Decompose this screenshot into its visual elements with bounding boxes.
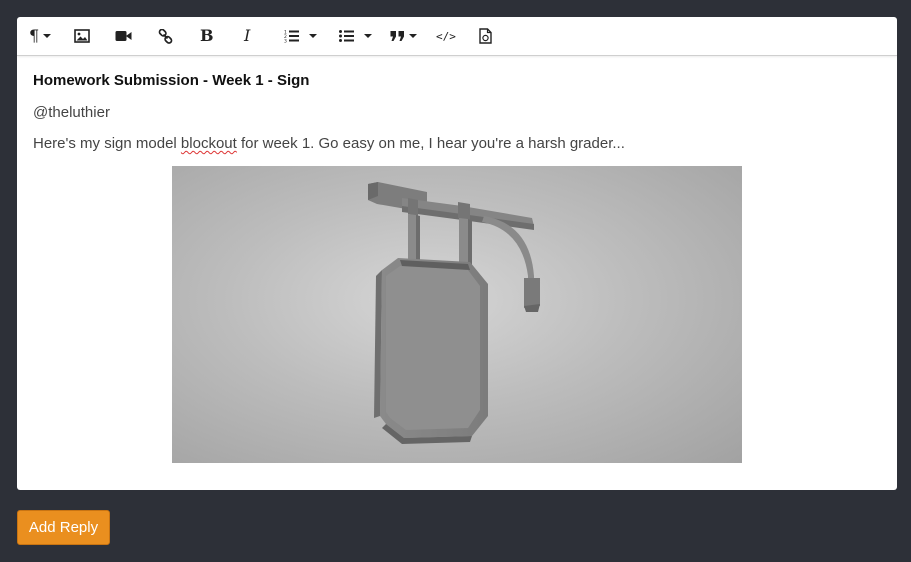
chevron-down-icon <box>309 34 317 38</box>
unordered-list-button[interactable] <box>339 25 355 47</box>
ordered-list-dropdown[interactable] <box>309 25 317 47</box>
body-text-end: for week 1. Go easy on me, I hear you're… <box>236 135 625 152</box>
quote-button[interactable] <box>390 25 417 47</box>
bold-button[interactable]: B <box>200 25 214 47</box>
pilcrow-icon: ¶ <box>29 26 40 45</box>
ordered-list-button[interactable]: 1 2 3 <box>284 25 300 47</box>
italic-icon: I <box>244 26 251 45</box>
sign-model-image <box>172 166 742 463</box>
ordered-list-icon: 1 2 3 <box>284 30 299 44</box>
file-icon <box>479 28 492 44</box>
code-icon: </> <box>436 29 456 43</box>
chevron-down-icon <box>364 34 372 38</box>
image-icon <box>74 29 90 43</box>
add-reply-button[interactable]: Add Reply <box>17 510 110 545</box>
chevron-down-icon <box>409 34 417 38</box>
user-mention[interactable]: @theluthier <box>33 104 110 121</box>
post-body-text: Here's my sign model blockout for week 1… <box>33 135 625 152</box>
editor-toolbar: ¶ B I 1 2 3 </> <box>17 17 897 56</box>
reply-editor[interactable]: ¶ B I 1 2 3 </> Homework Submission - We… <box>17 17 897 490</box>
unordered-list-dropdown[interactable] <box>364 25 372 47</box>
insert-file-button[interactable] <box>479 25 492 47</box>
italic-button[interactable]: I <box>244 25 250 47</box>
video-icon <box>115 31 132 41</box>
chevron-down-icon <box>43 34 52 38</box>
post-title: Homework Submission - Week 1 - Sign <box>33 72 310 89</box>
insert-video-button[interactable] <box>115 25 132 47</box>
hanging-sign-render <box>368 182 540 444</box>
bold-icon: B <box>200 26 214 45</box>
body-text-start: Here's my sign model <box>33 135 181 152</box>
link-icon <box>158 28 173 44</box>
paragraph-format-button[interactable]: ¶ <box>29 25 52 47</box>
insert-image-button[interactable] <box>74 25 90 47</box>
unordered-list-icon <box>339 30 354 42</box>
misspelled-word: blockout <box>180 135 237 152</box>
code-view-button[interactable]: </> <box>436 25 456 47</box>
svg-text:3: 3 <box>284 39 287 44</box>
insert-link-button[interactable] <box>158 25 173 47</box>
quote-icon <box>390 31 404 41</box>
